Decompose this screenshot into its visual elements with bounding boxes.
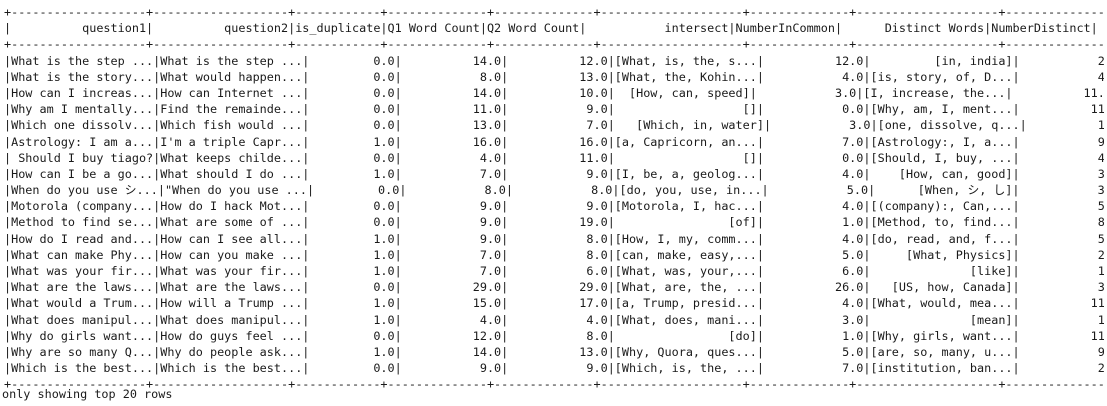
table-row: |What can make Phy...|How can you make .… [4,247,1104,262]
table-row: |Which one dissolv...|Which fish would .… [4,118,1104,133]
table-row: |Why do girls want...|How do guys feel .… [4,328,1104,343]
table-border-top: +-------------------+-------------------… [4,5,1104,19]
table-row: |Astrology: I am a...|I'm a triple Capr.… [4,134,1104,149]
row-limit-note: only showing top 20 rows [2,387,173,401]
table-border-header: +-------------------+-------------------… [4,37,1104,52]
table-row: |When do you use シ...|"When do you use .… [4,183,1104,198]
table-row: |What is the step ...|What is the step .… [4,53,1104,68]
table-header: | question1| question2|is_duplicate|Q1 W… [4,21,1098,36]
table-row: |What is the story...|What would happen.… [4,69,1104,84]
table-row: | Should I buy tiago?|What keeps childe.… [4,150,1104,165]
table-row: |What are the laws...|What are the laws.… [4,280,1104,295]
table-row: |How can I be a go...|What should I do .… [4,166,1104,181]
table-row: |How do I read and...|How can I see all.… [4,231,1104,246]
table-row: |What was your fir...|What was your fir.… [4,264,1104,278]
console-output: +-------------------+-------------------… [4,4,1104,393]
table-row: |Why are so many Q...|Why do people ask.… [4,344,1104,359]
table-row: |Method to find se...|What are some of .… [4,215,1104,230]
table-row: |How can I increas...|How can Internet .… [4,85,1104,100]
table-row: |Why am I mentally...|Find the remainde.… [4,102,1104,117]
table-row: |Motorola (company...|How do I hack Mot.… [4,199,1104,214]
table-row: |What would a Trum...|How will a Trump .… [4,296,1104,311]
table-row: |Which is the best...|Which is the best.… [4,361,1104,376]
table-row: |What does manipul...|What does manipul.… [4,312,1104,327]
